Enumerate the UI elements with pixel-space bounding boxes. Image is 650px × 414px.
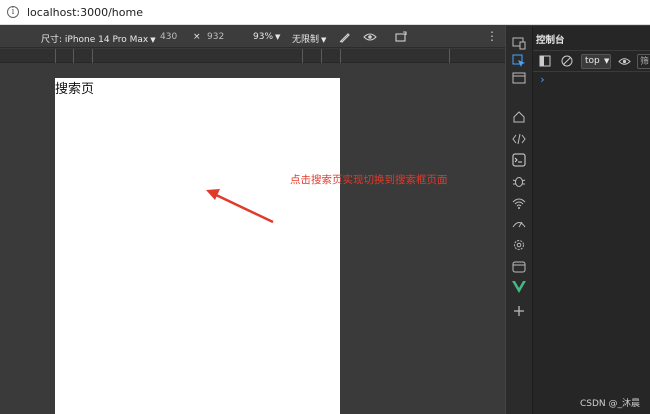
viewport-area: 搜索页: [0, 63, 505, 414]
home-icon[interactable]: [512, 110, 526, 124]
device-label: 尺寸: iPhone 14 Pro Max: [41, 35, 149, 45]
eye-icon[interactable]: [363, 30, 377, 44]
annotation-text: 点击搜索页实现切换到搜索框页面: [290, 174, 448, 186]
throttle-selector[interactable]: 无限制 ▼: [292, 32, 326, 45]
ruler-tick: [92, 49, 93, 63]
zoom-value: 93%: [253, 32, 274, 42]
bug-icon[interactable]: [512, 174, 526, 188]
width-field[interactable]: 430: [160, 32, 177, 42]
console-icon[interactable]: [512, 153, 526, 167]
address-bar: i localhost:3000/home: [0, 0, 650, 25]
times-sign: ×: [193, 32, 201, 42]
device-selector[interactable]: 尺寸: iPhone 14 Pro Max ▼: [41, 32, 156, 45]
search-page-text[interactable]: 搜索页: [55, 78, 94, 97]
application-icon[interactable]: [512, 260, 526, 274]
sidebar-toggle-icon[interactable]: [539, 55, 551, 67]
devtools-icon-column: [505, 26, 532, 414]
chevron-down-icon: ▼: [275, 33, 281, 41]
device-toolbar: 尺寸: iPhone 14 Pro Max ▼ 430 × 932 93% ▼ 无限…: [0, 26, 505, 48]
ruler-tick: [321, 49, 322, 63]
pen-icon[interactable]: [338, 30, 352, 44]
chevron-down-icon: ▼: [150, 36, 156, 44]
url-text[interactable]: localhost:3000/home: [27, 6, 143, 19]
height-field[interactable]: 932: [207, 32, 224, 42]
emulated-page: 搜索页: [55, 78, 340, 414]
filter-input[interactable]: 筛: [637, 54, 650, 69]
inspect-icon[interactable]: [512, 54, 526, 68]
context-value: top: [585, 56, 600, 66]
chevron-down-icon: ▼: [321, 36, 327, 44]
elements-code-icon[interactable]: [512, 132, 526, 146]
annotation-arrow: [206, 189, 274, 224]
console-panel: 控制台 top ▼ 筛 ›: [532, 26, 650, 414]
window-icon[interactable]: [512, 71, 526, 85]
console-title[interactable]: 控制台: [536, 32, 565, 46]
ruler-strip: [0, 49, 505, 63]
network-wifi-icon[interactable]: [512, 196, 526, 210]
ruler-tick: [55, 49, 56, 63]
ruler-tick: [449, 49, 450, 63]
plus-icon[interactable]: [512, 304, 526, 318]
vue-logo-icon[interactable]: [512, 280, 526, 294]
console-toolbar: top ▼ 筛: [533, 50, 650, 72]
live-expression-eye-icon[interactable]: [618, 56, 631, 67]
throttle-value: 无限制: [292, 35, 320, 45]
context-selector[interactable]: top ▼: [581, 54, 611, 69]
console-prompt[interactable]: ›: [539, 73, 546, 86]
clear-console-icon[interactable]: [561, 55, 573, 67]
watermark: CSDN @_沐晨: [580, 399, 641, 409]
more-options-icon[interactable]: ⋮: [486, 29, 498, 43]
ruler-tick: [340, 49, 341, 63]
performance-icon[interactable]: [512, 217, 526, 231]
rotate-icon[interactable]: [394, 30, 408, 44]
ruler-tick: [302, 49, 303, 63]
ruler-tick: [73, 49, 74, 63]
browser-window: i localhost:3000/home 尺寸: iPhone 14 Pro …: [0, 0, 650, 414]
gear-icon[interactable]: [512, 238, 526, 252]
info-icon[interactable]: i: [7, 6, 19, 18]
zoom-selector[interactable]: 93% ▼: [253, 32, 280, 42]
device-toggle-icon[interactable]: [512, 36, 526, 50]
chevron-down-icon: ▼: [601, 57, 610, 65]
